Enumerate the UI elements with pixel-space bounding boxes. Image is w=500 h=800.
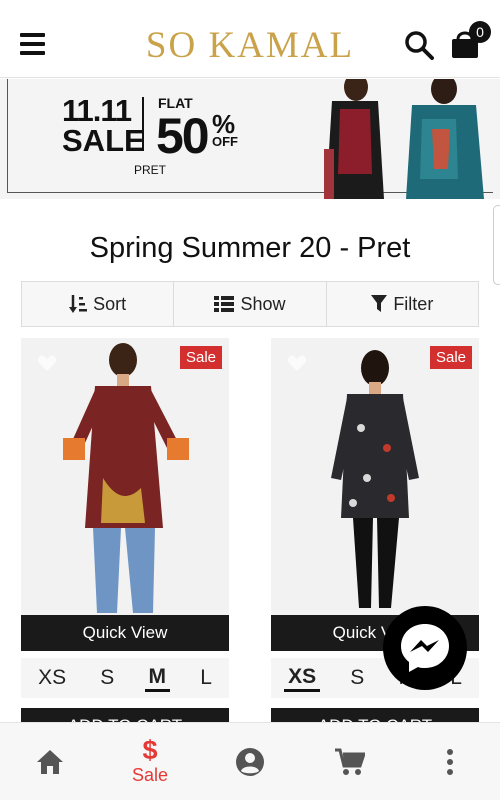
sort-label: Sort [93, 293, 127, 314]
wishlist-heart-icon[interactable] [287, 354, 307, 372]
product-listing-page: 03224052025 SO KAMAL 0 11.11 SALE FLAT 5… [0, 0, 500, 800]
product-model-image [331, 350, 419, 608]
show-label: Show [240, 293, 286, 314]
banner-divider [142, 97, 144, 151]
quick-view-button[interactable]: Quick View [21, 615, 229, 651]
sale-badge: Sale [179, 346, 222, 369]
product-model-image [63, 343, 189, 613]
size-option-xs[interactable]: XS [34, 666, 70, 690]
account-icon [236, 747, 264, 776]
banner-category-label: PRET [134, 163, 167, 177]
size-option-l[interactable]: L [196, 666, 216, 690]
banner-model-image-2 [406, 79, 484, 199]
wishlist-heart-icon[interactable] [37, 354, 57, 372]
app-header: SO KAMAL 0 [0, 0, 500, 78]
banner-model-image [324, 79, 384, 199]
messenger-icon [401, 624, 449, 672]
size-option-xs-selected[interactable]: XS [284, 665, 321, 692]
sort-button[interactable]: Sort [22, 282, 175, 326]
size-selector: XS S M L [21, 658, 229, 698]
product-image[interactable]: Sale [21, 338, 229, 618]
dollar-icon: $ [142, 735, 158, 765]
sort-icon [69, 295, 88, 313]
cart-count-badge[interactable]: 0 [469, 21, 491, 43]
product-card[interactable]: Sale Quick View XS S M L ADD TO CART [271, 338, 479, 744]
banner-discount-value: 50 [156, 108, 210, 164]
messenger-chat-button[interactable] [383, 606, 467, 690]
filter-label: Filter [393, 293, 434, 314]
cart-icon [335, 748, 365, 775]
page-title: Spring Summer 20 - Pret [89, 232, 411, 264]
sale-banner[interactable]: 11.11 SALE FLAT 50 % OFF PRET [0, 79, 500, 199]
nav-home[interactable] [0, 723, 100, 800]
listing-toolbar: Sort Show Filter [21, 281, 479, 327]
banner-sale-word: SALE [62, 123, 145, 158]
banner-off-label: OFF [212, 134, 238, 149]
home-icon [37, 749, 63, 774]
nav-sale-label: Sale [131, 765, 169, 785]
nav-cart[interactable] [300, 723, 400, 800]
sale-badge: Sale [429, 346, 472, 369]
nav-sale[interactable]: $ Sale [100, 723, 200, 800]
filter-icon [371, 295, 388, 312]
size-option-s[interactable]: S [346, 666, 368, 690]
more-vert-icon [447, 748, 453, 775]
size-option-m-selected[interactable]: M [144, 665, 170, 692]
product-image[interactable]: Sale [271, 338, 479, 618]
nav-account[interactable] [200, 723, 300, 800]
size-option-s[interactable]: S [96, 666, 118, 690]
filter-button[interactable]: Filter [327, 282, 478, 326]
bottom-navigation: $ Sale [0, 722, 500, 800]
search-icon[interactable] [404, 30, 434, 60]
product-card[interactable]: Sale Quick View XS S M L ADD TO CART [21, 338, 229, 744]
nav-more[interactable] [400, 723, 500, 800]
list-icon [214, 296, 235, 312]
show-button[interactable]: Show [174, 282, 327, 326]
